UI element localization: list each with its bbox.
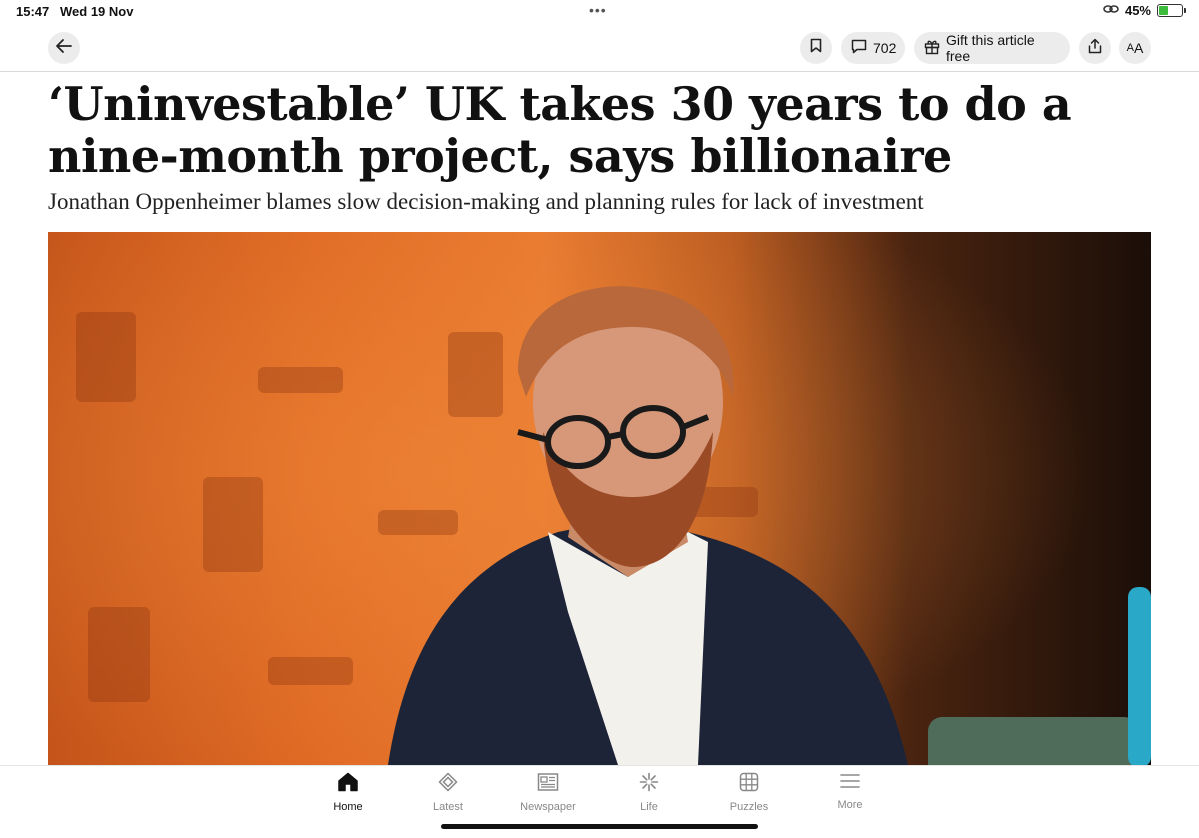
link-icon [1103, 3, 1119, 18]
article-toolbar: 702 Gift this article free AA [0, 24, 1199, 72]
home-icon [337, 772, 359, 795]
share-icon [1088, 38, 1102, 59]
gift-label: Gift this article free [946, 32, 1035, 64]
comments-button[interactable]: 702 [841, 32, 905, 64]
gift-icon [924, 39, 940, 58]
life-icon [639, 772, 659, 795]
tab-label: Latest [433, 801, 463, 813]
tab-label: Puzzles [729, 801, 769, 813]
newspaper-icon [537, 772, 559, 795]
bookmark-icon [810, 38, 822, 58]
tab-label: More [837, 799, 863, 811]
tab-puzzles[interactable]: Puzzles [704, 772, 794, 813]
back-arrow-icon [55, 38, 73, 59]
menu-icon [839, 772, 861, 793]
comment-icon [851, 39, 867, 57]
tab-more[interactable]: More [805, 772, 895, 811]
tab-label: Newspaper [520, 801, 576, 813]
tab-newspaper[interactable]: Newspaper [503, 772, 593, 813]
status-time: 15:47 [16, 4, 50, 19]
gift-article-button[interactable]: Gift this article free [914, 32, 1070, 64]
share-button[interactable] [1079, 32, 1111, 64]
tab-label: Life [640, 801, 658, 813]
multitasking-dots-icon[interactable]: ••• [589, 2, 607, 18]
battery-level [1159, 6, 1168, 15]
text-size-button[interactable]: AA [1119, 32, 1151, 64]
tab-label: Home [333, 801, 363, 813]
back-button[interactable] [48, 32, 80, 64]
battery-icon [1157, 4, 1186, 17]
puzzles-icon [739, 772, 759, 795]
article-headline: ‘Uninvestable’ UK takes 30 years to do a… [48, 77, 1072, 183]
status-date: Wed 19 Nov [60, 4, 134, 19]
hero-image[interactable] [48, 232, 1151, 765]
tab-home[interactable]: Home [303, 772, 393, 813]
status-indicators: 45% [1103, 3, 1186, 18]
status-bar: 15:47 Wed 19 Nov ••• 45% [0, 0, 1199, 24]
comments-count: 702 [873, 40, 897, 56]
text-size-small-label: A [1126, 42, 1134, 54]
tab-life[interactable]: Life [604, 772, 694, 813]
article-standfirst: Jonathan Oppenheimer blames slow decisio… [48, 189, 924, 214]
home-indicator[interactable] [441, 824, 758, 829]
bookmark-button[interactable] [800, 32, 832, 64]
photo-icon [48, 232, 1151, 765]
battery-percent: 45% [1124, 3, 1151, 18]
text-size-large-label: A [1134, 40, 1144, 56]
latest-icon [438, 772, 458, 795]
tab-latest[interactable]: Latest [403, 772, 493, 813]
